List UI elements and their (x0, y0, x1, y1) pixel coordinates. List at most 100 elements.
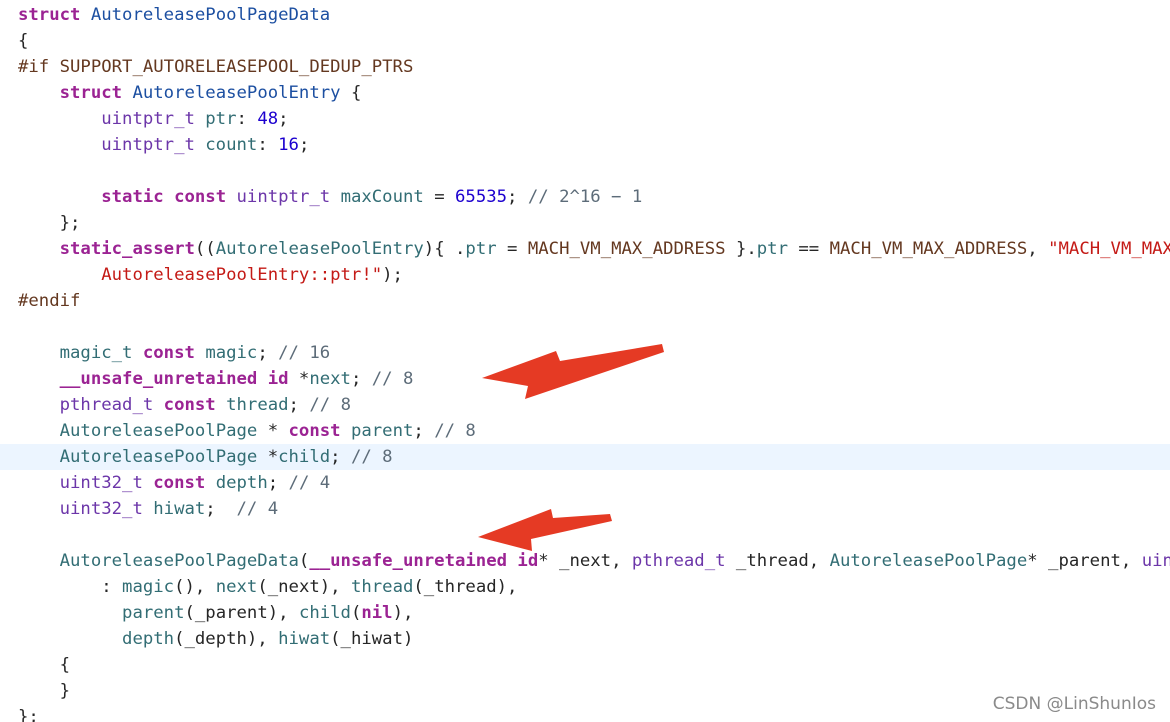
code-token: id (517, 551, 539, 571)
code-token: #endif (18, 291, 81, 311)
code-token: 65535 (455, 187, 508, 207)
code-token: // 16 (278, 343, 331, 363)
code-line[interactable]: uint32_t const depth; // 4 (0, 470, 1170, 496)
code-token: // 8 (371, 369, 414, 389)
code-token: child (298, 603, 351, 623)
code-line[interactable]: __unsafe_unretained id *next; // 8 (0, 366, 1170, 392)
code-token: AutoreleasePoolPageData (59, 551, 299, 571)
code-token: struct (59, 83, 123, 103)
code-line[interactable] (0, 158, 1170, 184)
code-token: (_parent), (184, 603, 299, 623)
code-token: ; (350, 369, 372, 389)
code-token: maxCount (340, 187, 424, 207)
code-token: ); (382, 265, 403, 285)
code-token: * _parent, (1027, 551, 1142, 571)
code-line[interactable]: #if SUPPORT_AUTORELEASEPOOL_DEDUP_PTRS (0, 54, 1170, 80)
code-line[interactable]: struct AutoreleasePoolPageData (0, 2, 1170, 28)
code-line[interactable]: AutoreleasePoolPage *child; // 8 (0, 444, 1170, 470)
code-token: : (236, 109, 258, 129)
code-token: const (142, 343, 195, 363)
code-token: AutoreleasePoolEntry (215, 239, 424, 259)
code-token: "MACH_VM_MAX_ADDRESS doesn't fit into (1048, 239, 1170, 259)
code-token: * (257, 421, 289, 441)
code-line[interactable] (0, 314, 1170, 340)
code-token: struct (18, 5, 81, 25)
code-token: 48 (257, 109, 279, 129)
code-token: id (267, 369, 289, 389)
code-token: ; (205, 499, 237, 519)
code-line[interactable]: struct AutoreleasePoolEntry { (0, 80, 1170, 106)
code-token: ; (267, 473, 289, 493)
code-line[interactable]: pthread_t const thread; // 8 (0, 392, 1170, 418)
code-token: * (288, 369, 310, 389)
code-line[interactable]: : magic(), next(_next), thread(_thread), (0, 574, 1170, 600)
code-token: AutoreleasePoolPage (829, 551, 1028, 571)
code-token: (), (174, 577, 216, 597)
code-token: (_depth), (174, 629, 279, 649)
code-line[interactable]: magic_t const magic; // 16 (0, 340, 1170, 366)
code-token: AutoreleasePoolPage (59, 447, 258, 467)
code-line[interactable]: AutoreleasePoolPageData(__unsafe_unretai… (0, 548, 1170, 574)
code-token: parent (350, 421, 414, 441)
code-line[interactable]: uintptr_t count: 16; (0, 132, 1170, 158)
code-token: ; (288, 395, 310, 415)
code-line[interactable]: static_assert((AutoreleasePoolEntry){ .p… (0, 236, 1170, 262)
code-line[interactable]: static const uintptr_t maxCount = 65535;… (0, 184, 1170, 210)
code-line[interactable] (0, 522, 1170, 548)
code-token: AutoreleasePoolEntry::ptr!" (101, 265, 383, 285)
code-token: pthread_t (59, 395, 154, 415)
code-token: : (18, 577, 123, 597)
code-token: nil (361, 603, 393, 623)
code-token: // 4 (236, 499, 279, 519)
code-token: uintptr_t (236, 187, 331, 207)
code-token: hiwat (278, 629, 331, 649)
code-line[interactable]: uintptr_t ptr: 48; (0, 106, 1170, 132)
code-token: }; (18, 707, 39, 722)
code-token: thread (226, 395, 289, 415)
code-token: ptr (205, 109, 237, 129)
code-token: ; (507, 187, 528, 207)
code-token: magic (122, 577, 175, 597)
code-token: child (278, 447, 331, 467)
code-token: depth (215, 473, 268, 493)
code-token: pthread_t (631, 551, 726, 571)
code-token: AutoreleasePoolPageData (90, 5, 331, 25)
code-token: _thread, (725, 551, 830, 571)
code-line[interactable]: depth(_depth), hiwat(_hiwat) (0, 626, 1170, 652)
code-token: ; (330, 447, 351, 467)
code-line[interactable]: AutoreleasePoolEntry::ptr!"); (0, 262, 1170, 288)
code-line[interactable]: uint32_t hiwat; // 4 (0, 496, 1170, 522)
code-line[interactable]: { (0, 28, 1170, 54)
code-token: __unsafe_unretained (59, 369, 258, 389)
code-line[interactable]: }; (0, 210, 1170, 236)
code-line[interactable]: AutoreleasePoolPage * const parent; // 8 (0, 418, 1170, 444)
code-token: AutoreleasePoolPage (59, 421, 258, 441)
code-token: { (18, 655, 71, 675)
code-editor[interactable]: struct AutoreleasePoolPageData {#if SUPPO… (0, 0, 1170, 722)
code-line[interactable]: { (0, 652, 1170, 678)
code-token: // 8 (350, 447, 393, 467)
code-line[interactable]: #endif (0, 288, 1170, 314)
code-token: uint32_t (59, 499, 143, 519)
code-token: ), (392, 603, 414, 623)
code-token: uintptr_t (101, 109, 195, 129)
code-line[interactable]: parent(_parent), child(nil), (0, 600, 1170, 626)
